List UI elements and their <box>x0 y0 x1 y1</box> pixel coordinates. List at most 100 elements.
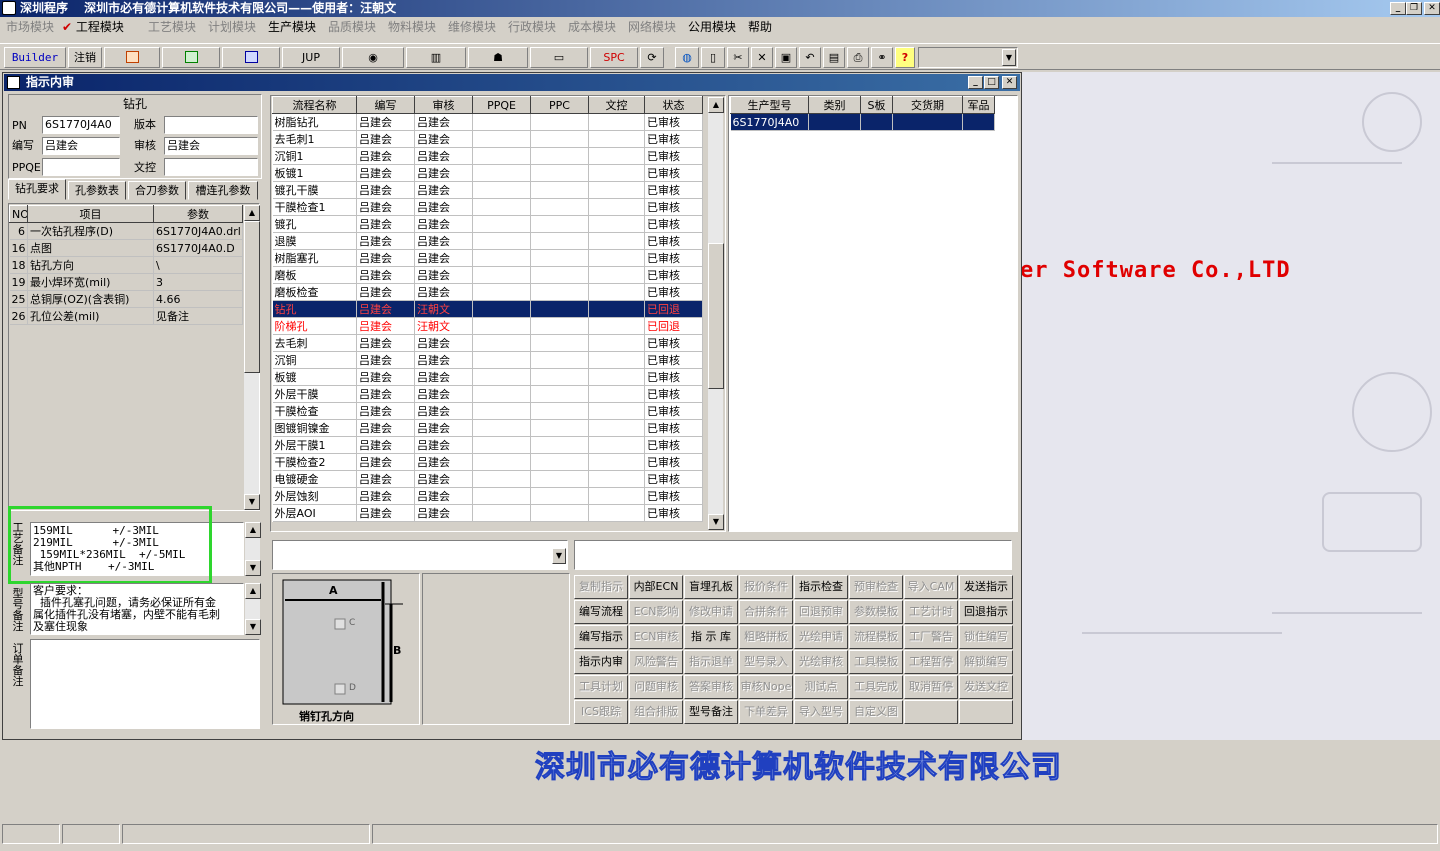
process-cell[interactable] <box>530 147 589 165</box>
process-cell[interactable] <box>472 300 531 318</box>
process-cell[interactable]: 吕建会 <box>414 198 473 216</box>
process-cell[interactable] <box>588 249 645 267</box>
process-cell[interactable]: 已审核 <box>644 181 703 199</box>
products-cell[interactable] <box>892 113 963 131</box>
process-cell[interactable] <box>530 504 589 522</box>
action-button-5-2[interactable]: 型号备注 <box>684 700 738 724</box>
action-button-0-3[interactable]: 报价条件 <box>739 575 793 599</box>
process-cell[interactable]: 图镀铜镍金 <box>272 419 357 437</box>
params-cell[interactable]: 25 <box>9 290 28 308</box>
process-cell[interactable] <box>530 249 589 267</box>
process-row[interactable]: 板镀1 吕建会 吕建会 已审核 <box>272 164 703 182</box>
process-cell[interactable]: 钻孔 <box>272 300 357 318</box>
process-cell[interactable]: 已审核 <box>644 385 703 403</box>
tab-tool-params[interactable]: 合刀参数 <box>128 181 186 200</box>
process-row[interactable]: 磨板检查 吕建会 吕建会 已审核 <box>272 283 703 301</box>
params-cell[interactable]: 19 <box>9 273 28 291</box>
process-cell[interactable] <box>588 487 645 505</box>
process-cell[interactable] <box>530 351 589 369</box>
action-button-1-3[interactable]: 合拼条件 <box>739 600 793 624</box>
scroll-up-icon[interactable]: ▲ <box>244 205 260 221</box>
params-scrollbar[interactable]: ▲ ▼ <box>243 205 260 510</box>
scroll-up-icon[interactable]: ▲ <box>708 97 724 113</box>
process-cell[interactable]: 吕建会 <box>356 215 415 233</box>
process-cell[interactable]: 已审核 <box>644 232 703 250</box>
action-button-5-0[interactable]: ICS跟踪 <box>574 700 628 724</box>
process-cell[interactable]: 吕建会 <box>414 487 473 505</box>
process-cell[interactable] <box>530 470 589 488</box>
action-button-1-0[interactable]: 编写流程 <box>574 600 628 624</box>
process-cell[interactable]: 吕建会 <box>356 317 415 335</box>
process-cell[interactable] <box>472 504 531 522</box>
action-button-3-5[interactable]: 工具模板 <box>849 650 903 674</box>
process-cell[interactable]: 吕建会 <box>356 419 415 437</box>
process-cell[interactable]: 吕建会 <box>414 504 473 522</box>
process-cell[interactable] <box>530 215 589 233</box>
child-minimize-button[interactable]: _ <box>968 76 983 89</box>
process-cell[interactable]: 已回退 <box>644 300 703 318</box>
process-cell[interactable]: 镀孔 <box>272 215 357 233</box>
action-button-4-5[interactable]: 工具完成 <box>849 675 903 699</box>
params-row[interactable]: 25 总铜厚(OZ)(含表铜) 4.66 <box>9 290 243 308</box>
action-button-1-4[interactable]: 回退预审 <box>794 600 848 624</box>
process-cell[interactable] <box>472 385 531 403</box>
products-cell[interactable] <box>808 113 861 131</box>
process-cell[interactable]: 吕建会 <box>356 164 415 182</box>
process-cell[interactable]: 外层蚀刻 <box>272 487 357 505</box>
refresh-button[interactable]: ⟳ <box>640 47 664 68</box>
process-cell[interactable] <box>472 334 531 352</box>
scroll-thumb[interactable] <box>708 243 724 389</box>
action-button-1-5[interactable]: 参数模板 <box>849 600 903 624</box>
process-cell[interactable] <box>530 419 589 437</box>
process-cell[interactable] <box>472 147 531 165</box>
process-cell[interactable] <box>530 164 589 182</box>
ppqe-field[interactable] <box>42 158 120 176</box>
params-cell[interactable]: 6 <box>9 222 28 240</box>
process-cell[interactable]: 已审核 <box>644 436 703 454</box>
process-cell[interactable] <box>472 164 531 182</box>
action-button-3-7[interactable]: 解锁编写 <box>959 650 1013 674</box>
process-cell[interactable] <box>588 504 645 522</box>
minimize-button[interactable]: _ <box>1390 2 1406 15</box>
process-cell[interactable]: 磨板检查 <box>272 283 357 301</box>
word-button[interactable] <box>222 47 280 68</box>
process-cell[interactable] <box>530 300 589 318</box>
process-row[interactable]: 钻孔 吕建会 汪朝文 已回退 <box>272 300 703 318</box>
menu-item-7[interactable]: 维修模块 <box>448 19 496 35</box>
process-cell[interactable] <box>530 266 589 284</box>
action-button-0-2[interactable]: 盲埋孔板 <box>684 575 738 599</box>
products-grid[interactable]: 生产型号 类别 S板 交货期 军品 6S1770J4A0 <box>730 96 995 131</box>
action-button-4-6[interactable]: 取消暂停 <box>904 675 958 699</box>
process-row[interactable]: 树脂塞孔 吕建会 吕建会 已审核 <box>272 249 703 267</box>
process-cell[interactable]: 吕建会 <box>356 470 415 488</box>
process-cell[interactable]: 吕建会 <box>414 334 473 352</box>
process-cell[interactable]: 干膜检查 <box>272 402 357 420</box>
process-cell[interactable] <box>588 453 645 471</box>
scroll-down-icon[interactable]: ▼ <box>245 619 261 635</box>
scroll-down-icon[interactable]: ▼ <box>245 560 261 576</box>
process-cell[interactable] <box>588 334 645 352</box>
process-cell[interactable]: 吕建会 <box>356 368 415 386</box>
process-cell[interactable]: 吕建会 <box>414 283 473 301</box>
logout-button[interactable]: 注销 <box>68 47 102 68</box>
action-button-2-7[interactable]: 锁住编写 <box>959 625 1013 649</box>
process-cell[interactable]: 已审核 <box>644 419 703 437</box>
params-header-item[interactable]: 项目 <box>27 205 154 223</box>
scroll-up-icon[interactable]: ▲ <box>245 583 261 599</box>
process-cell[interactable]: 已审核 <box>644 334 703 352</box>
process-cell[interactable]: 已回退 <box>644 317 703 335</box>
action-button-1-2[interactable]: 修改申请 <box>684 600 738 624</box>
action-button-0-0[interactable]: 复制指示 <box>574 575 628 599</box>
action-button-2-4[interactable]: 光绘申请 <box>794 625 848 649</box>
builder-button[interactable]: Builder <box>4 47 66 68</box>
action-button-4-4[interactable]: 测试点 <box>794 675 848 699</box>
process-cell[interactable] <box>472 215 531 233</box>
people-button[interactable]: ☗ <box>468 47 528 68</box>
process-cell[interactable] <box>588 419 645 437</box>
products-header-military[interactable]: 军品 <box>962 96 995 114</box>
tab-slot-params[interactable]: 槽连孔参数 <box>188 181 258 200</box>
products-cell[interactable] <box>962 113 995 131</box>
products-cell[interactable]: 6S1770J4A0 <box>730 113 809 131</box>
params-cell[interactable]: 6S1770J4A0.drl <box>153 222 243 240</box>
action-button-3-6[interactable]: 工程暂停 <box>904 650 958 674</box>
